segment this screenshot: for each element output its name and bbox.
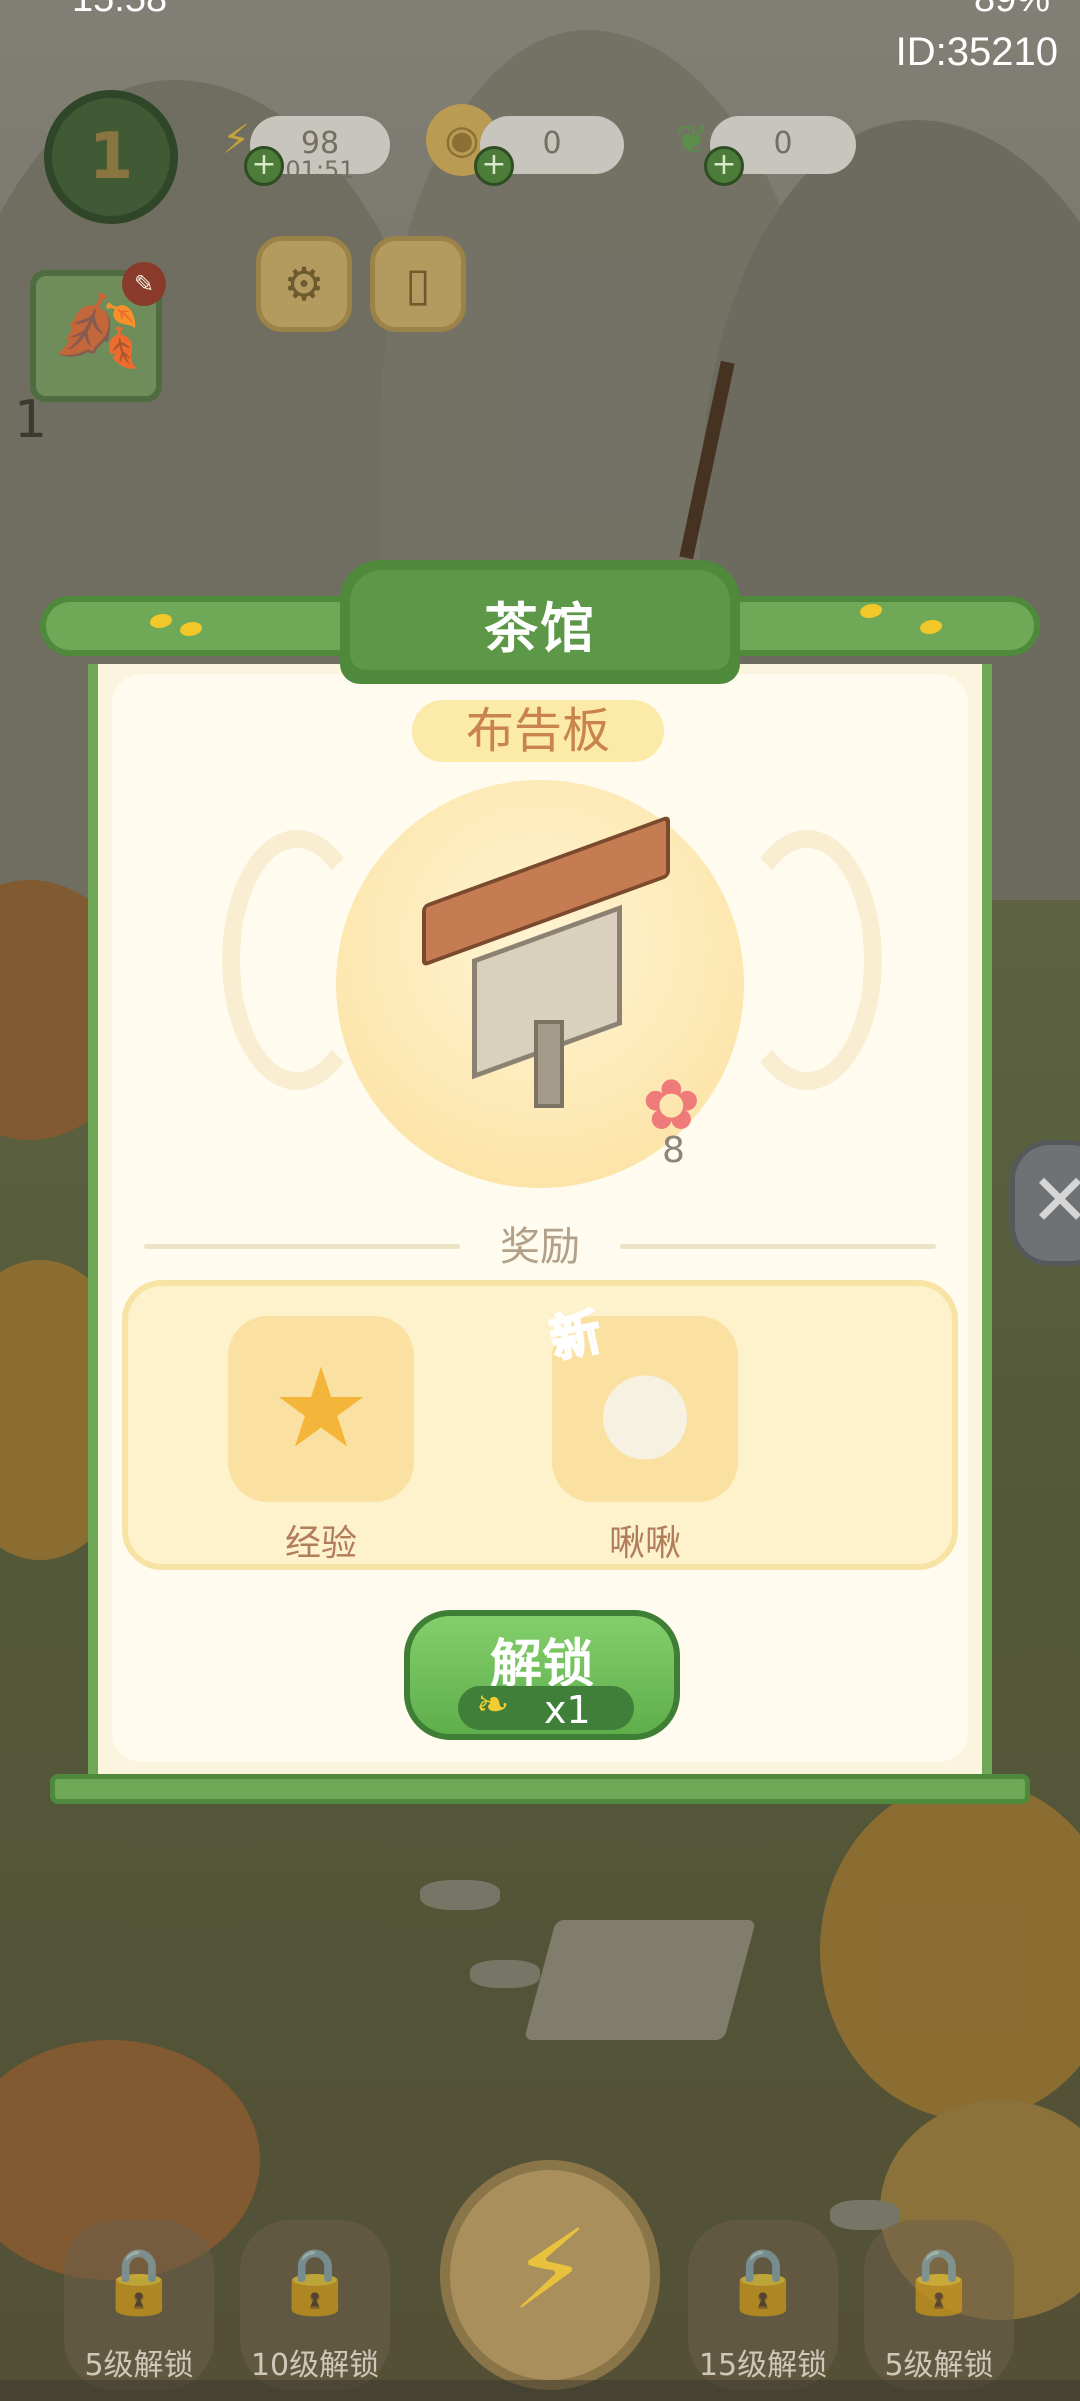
ginkgo-hammer-icon: 🍂: [54, 290, 142, 372]
lock-label: 15级解锁: [698, 2348, 828, 2383]
lock-label: 5级解锁: [84, 2348, 194, 2383]
locked-slot-2[interactable]: 🔒 10级解锁: [240, 2220, 390, 2390]
add-energy-button[interactable]: +: [244, 146, 284, 186]
modal-roof-header: 茶馆: [40, 560, 1040, 684]
reward-label-exp: 经验: [284, 1523, 357, 1564]
reward-heading: 奖励: [500, 1224, 580, 1270]
lock-icon: 🔒: [899, 2245, 979, 2319]
unlock-cost: ❧ x1: [458, 1682, 634, 1732]
status-bar: 15:58 89%: [0, 0, 1080, 20]
add-leaf-button[interactable]: +: [704, 146, 744, 186]
reward-label-chick: 啾啾: [608, 1523, 681, 1564]
board-post: [534, 1020, 564, 1108]
user-id: ID:35210: [895, 30, 1058, 74]
star-icon: ★: [271, 1344, 371, 1472]
modal-title: 茶馆: [484, 597, 596, 660]
cloud-swirl-decoration: [732, 830, 882, 1090]
quest-count: 1: [14, 390, 48, 450]
bulletin-board-icon: [412, 814, 672, 1108]
locked-slot-3[interactable]: 🔒 15级解锁: [688, 2220, 838, 2390]
unlock-button[interactable]: 解锁 ❧ x1: [404, 1610, 680, 1740]
flower-count: 8: [662, 1130, 685, 1171]
player-level-badge[interactable]: 1: [44, 90, 178, 224]
lock-label: 5级解锁: [884, 2348, 994, 2383]
lock-icon: 🔒: [99, 2245, 179, 2319]
reward-panel: ★ 经验 ● 啾啾: [122, 1280, 958, 1570]
locked-slot-1[interactable]: 🔒 5级解锁: [64, 2220, 214, 2390]
reward-slot-exp[interactable]: ★: [228, 1316, 414, 1502]
clock: 15:58: [72, 0, 167, 21]
lock-label: 10级解锁: [250, 2348, 380, 2383]
info-card-icon[interactable]: ▯: [370, 236, 466, 332]
battery-level: 89%: [974, 0, 1050, 21]
lock-icon: 🔒: [723, 2245, 803, 2319]
locked-slot-4[interactable]: 🔒 5级解锁: [864, 2220, 1014, 2390]
ginkgo-leaf-icon: ❧: [476, 1682, 510, 1728]
unlock-cost-value: x1: [544, 1688, 591, 1732]
lock-icon: 🔒: [275, 2245, 355, 2319]
modal-bottom-bamboo: [50, 1774, 1030, 1804]
building-name: 布告板: [412, 700, 664, 762]
center-lightning-button[interactable]: ⚡: [440, 2160, 660, 2390]
system-navigation-bar: [0, 2380, 1080, 2401]
settings-gear-icon[interactable]: ⚙: [256, 236, 352, 332]
teahouse-unlock-modal: 茶馆 布告板 ✿ 8 奖励 ★ 经验 ● 啾啾 新 解锁 ❧ x1: [40, 560, 1040, 1830]
quest-alert-icon: ✎: [122, 262, 166, 306]
add-coin-button[interactable]: +: [474, 146, 514, 186]
divider: [620, 1244, 936, 1249]
